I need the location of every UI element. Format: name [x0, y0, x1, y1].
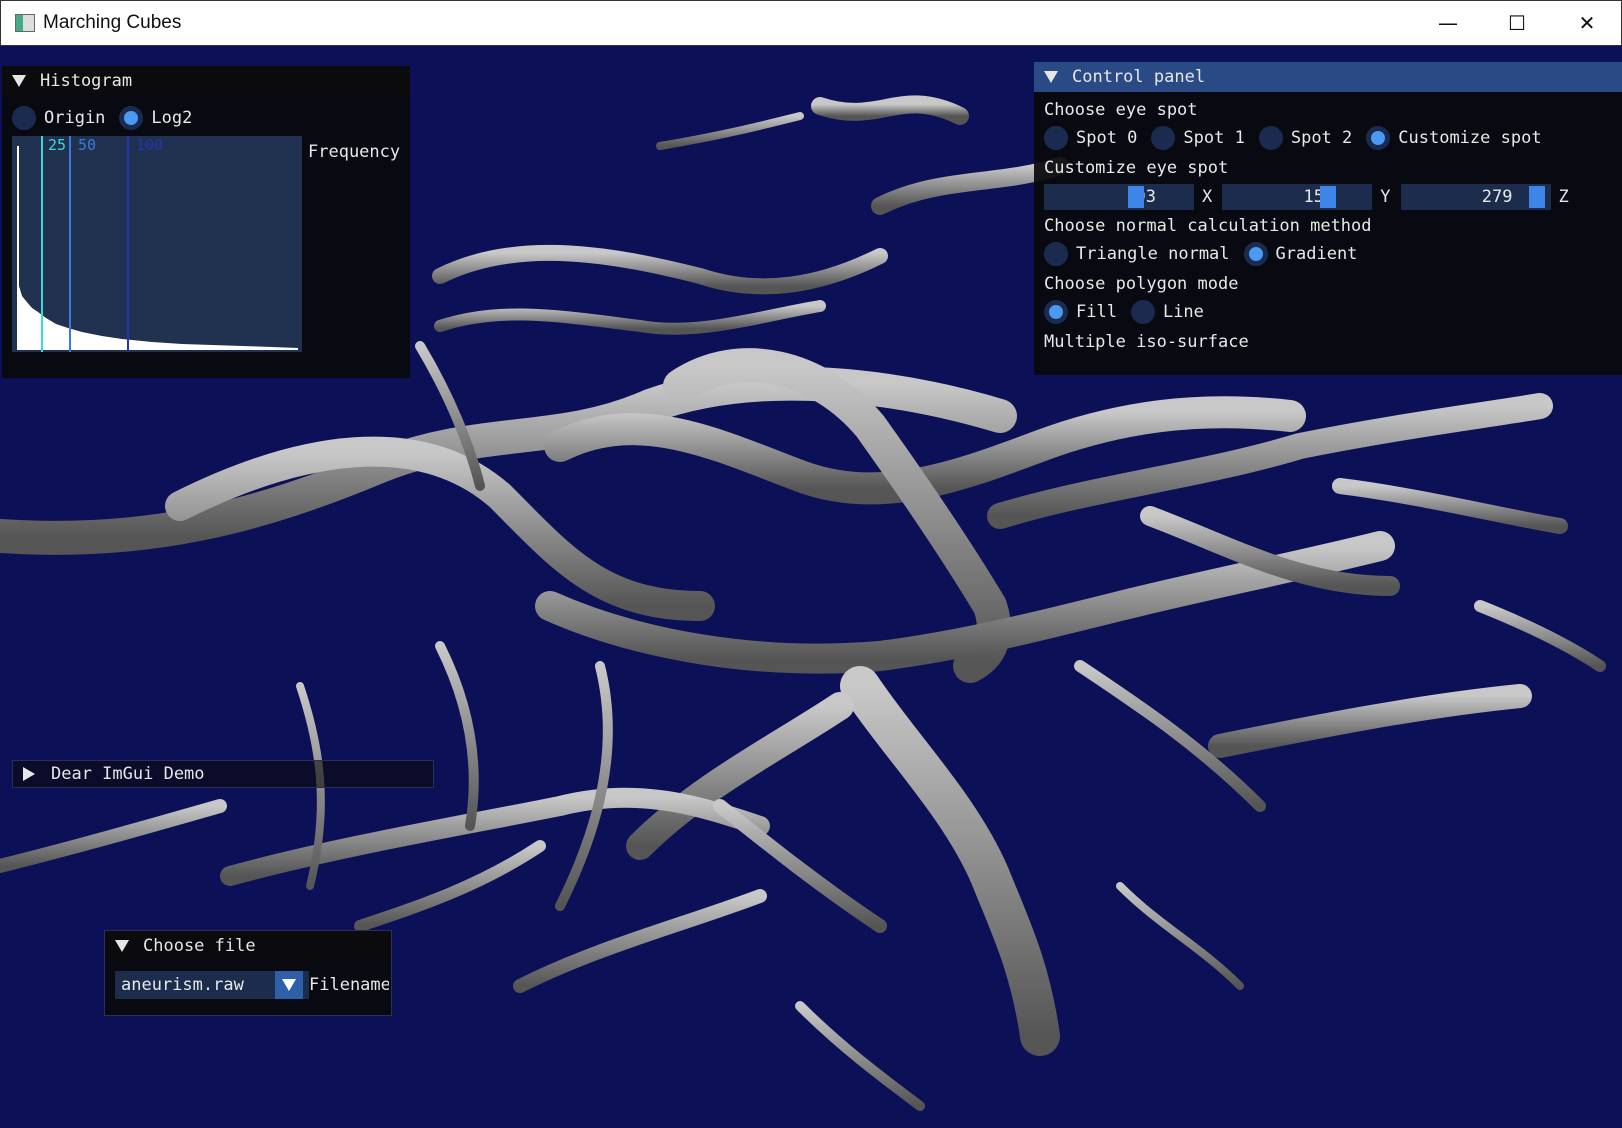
file-combo-value: aneurism.raw [121, 975, 244, 995]
slider-x-label: X [1202, 187, 1213, 207]
app-icon [15, 14, 35, 32]
close-icon: ✕ [1578, 11, 1596, 35]
choose-file-window[interactable]: Choose file aneurism.raw Filename [104, 930, 392, 1016]
radio-spot-1-label: Spot 1 [1183, 128, 1245, 148]
control-panel-titlebar[interactable]: Control panel [1034, 62, 1622, 92]
window-titlebar[interactable]: Marching Cubes — ☐ ✕ [0, 0, 1622, 46]
choose-file-titlebar[interactable]: Choose file [105, 931, 391, 961]
eye-spot-heading: Choose eye spot [1044, 100, 1198, 120]
histogram-window[interactable]: Histogram Origin Log2 25 50 100 Frequenc… [2, 66, 410, 378]
expand-triangle-icon[interactable] [23, 767, 35, 781]
chevron-down-icon [282, 979, 296, 991]
radio-spot-1[interactable] [1151, 126, 1176, 150]
customize-heading: Customize eye spot [1044, 158, 1229, 178]
slider-z-label: Z [1558, 187, 1569, 207]
maximize-button[interactable]: ☐ [1482, 1, 1552, 45]
slider-y-label: Y [1380, 187, 1391, 207]
radio-line-label: Line [1162, 302, 1204, 322]
slider-x-grab[interactable] [1128, 186, 1144, 208]
close-button[interactable]: ✕ [1552, 1, 1622, 45]
radio-gradient-label: Gradient [1275, 244, 1358, 264]
control-panel-title: Control panel [1072, 67, 1206, 87]
radio-log2-label: Log2 [151, 108, 193, 128]
filename-label: Filename [309, 975, 389, 995]
collapse-triangle-icon[interactable] [115, 940, 129, 952]
maximize-icon: ☐ [1508, 11, 1526, 35]
slider-x[interactable]: 93 [1044, 184, 1194, 210]
choose-file-title: Choose file [143, 936, 256, 956]
slider-z-grab[interactable] [1528, 186, 1545, 208]
radio-triangle-normal-label: Triangle normal [1076, 244, 1230, 264]
demo-window[interactable]: Dear ImGui Demo [12, 760, 434, 788]
radio-spot-2-label: Spot 2 [1290, 128, 1353, 148]
control-panel-window[interactable]: Control panel Choose eye spot Spot 0 Spo… [1034, 62, 1622, 375]
marker-label-50: 50 [78, 136, 97, 154]
radio-log2[interactable] [119, 106, 144, 130]
radio-spot-2[interactable] [1258, 126, 1283, 150]
histogram-titlebar[interactable]: Histogram [2, 66, 410, 96]
file-combo-button[interactable] [275, 971, 303, 999]
minimize-button[interactable]: — [1413, 1, 1483, 45]
demo-titlebar[interactable]: Dear ImGui Demo [13, 761, 433, 787]
window-title: Marching Cubes [43, 12, 182, 33]
marker-label-25: 25 [48, 136, 67, 154]
slider-z-value: 279 [1481, 187, 1513, 207]
slider-z[interactable]: 279 [1400, 184, 1551, 210]
radio-triangle-normal[interactable] [1044, 242, 1068, 266]
radio-fill[interactable] [1044, 300, 1068, 324]
radio-gradient[interactable] [1243, 242, 1268, 266]
normal-heading: Choose normal calculation method [1044, 216, 1372, 236]
radio-spot-0[interactable] [1044, 126, 1068, 150]
iso-heading: Multiple iso-surface [1044, 332, 1249, 352]
slider-y-grab[interactable] [1320, 186, 1337, 208]
slider-y[interactable]: 157 [1222, 184, 1373, 210]
polygon-heading: Choose polygon mode [1044, 274, 1239, 294]
radio-customize-spot-label: Customize spot [1398, 128, 1542, 148]
collapse-triangle-icon[interactable] [12, 75, 26, 87]
radio-origin[interactable] [12, 106, 36, 130]
marker-label-100: 100 [136, 136, 164, 154]
minimize-icon: — [1438, 11, 1458, 35]
radio-origin-label: Origin [44, 108, 106, 128]
demo-title: Dear ImGui Demo [51, 764, 205, 784]
histogram-title: Histogram [40, 71, 133, 91]
radio-line[interactable] [1130, 300, 1155, 324]
radio-spot-0-label: Spot 0 [1076, 128, 1138, 148]
collapse-triangle-icon[interactable] [1044, 71, 1058, 83]
radio-fill-label: Fill [1076, 302, 1117, 322]
radio-customize-spot[interactable] [1366, 126, 1391, 150]
frequency-label: Frequency [308, 142, 401, 162]
histogram-plot[interactable] [12, 136, 302, 352]
